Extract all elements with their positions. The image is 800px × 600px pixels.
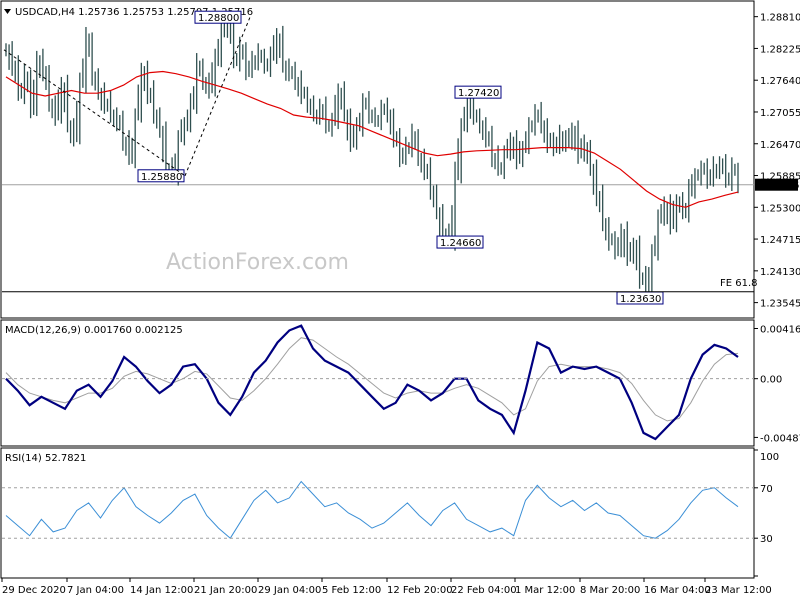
time-tick-label: 16 Mar 04:00	[644, 585, 711, 596]
macd-tick-label: 0.00416	[760, 325, 800, 336]
price-tick-label: 1.27640	[760, 76, 800, 87]
macd-tick-label: -0.004871	[760, 433, 800, 444]
chart-area: ActionForex.com USDCAD,H4 1.25736 1.2575…	[0, 0, 800, 596]
price-annotation-label: 1.23630	[620, 294, 661, 305]
rsi-tick-label: 70	[760, 484, 773, 495]
price-panel-frame	[0, 0, 755, 319]
price-annotation-label: 1.25880	[141, 172, 182, 183]
time-tick-label: 14 Jan 12:00	[130, 585, 193, 596]
price-tick-label: 1.24130	[760, 267, 800, 278]
time-tick-label: 29 Dec 2020	[2, 585, 66, 596]
fibonacci-level-label: FE 61.8	[720, 278, 758, 289]
price-tick-label: 1.24715	[760, 235, 800, 246]
rsi-tick-label: 30	[760, 534, 773, 545]
price-axis: 1.288101.282251.276401.270551.264701.258…	[754, 13, 800, 310]
price-tick-label: 1.26470	[760, 140, 800, 151]
price-annotation-label: 1.28800	[198, 13, 239, 24]
time-tick-label: 12 Feb 20:00	[387, 585, 453, 596]
time-tick-label: 1 Mar 12:00	[515, 585, 575, 596]
price-annotation-label: 1.24660	[440, 238, 481, 249]
rsi-header: RSI(14) 52.7821	[5, 453, 86, 464]
price-tick-label: 1.28810	[760, 13, 800, 24]
price-tick-label: 1.25300	[760, 203, 800, 214]
macd-tick-label: 0.00	[760, 375, 782, 386]
time-tick-label: 5 Feb 12:00	[322, 585, 381, 596]
time-tick-label: 21 Jan 20:00	[194, 585, 257, 596]
price-annotation-label: 1.27420	[458, 88, 499, 99]
time-tick-label: 29 Jan 04:00	[258, 585, 321, 596]
watermark: ActionForex.com	[166, 250, 349, 275]
price-tick-label: 1.23545	[760, 299, 800, 310]
price-tick-label: 1.27055	[760, 108, 800, 119]
time-tick-label: 7 Jan 04:00	[67, 585, 124, 596]
time-tick-label: 23 Mar 12:00	[705, 585, 772, 596]
time-tick-label: 22 Feb 04:00	[451, 585, 517, 596]
price-tick-label: 1.28225	[760, 44, 800, 55]
time-axis: 29 Dec 2020 7 Jan 04:00 14 Jan 12:00 21 Jan…	[1, 578, 772, 596]
macd-header: MACD(12,26,9) 0.001760 0.002125	[5, 325, 183, 336]
rsi-panel-frame	[0, 447, 755, 579]
time-tick-label: 8 Mar 20:00	[580, 585, 640, 596]
current-price-label: 1.25716	[758, 181, 799, 192]
rsi-tick-label: 100	[760, 452, 779, 463]
